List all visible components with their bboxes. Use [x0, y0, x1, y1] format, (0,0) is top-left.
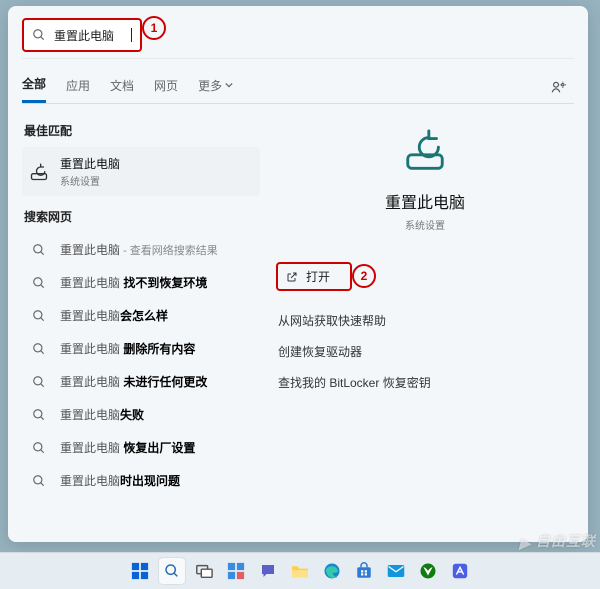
search-panel: 1 全部 应用 文档 网页 更多 最佳匹配 重置此电脑 系统设置	[8, 6, 588, 542]
best-match-subtitle: 系统设置	[60, 173, 120, 188]
search-icon	[28, 408, 50, 422]
web-result[interactable]: 重置此电脑时出现问题	[22, 464, 260, 497]
open-label: 打开	[306, 268, 330, 285]
taskbar-edge[interactable]	[319, 558, 345, 584]
reset-pc-large-icon	[402, 128, 448, 179]
taskbar-store[interactable]	[351, 558, 377, 584]
divider	[22, 103, 574, 104]
search-input[interactable]	[52, 27, 133, 43]
chevron-down-icon	[225, 81, 233, 89]
section-best-match: 最佳匹配	[24, 122, 260, 139]
content-area: 最佳匹配 重置此电脑 系统设置 搜索网页 重置此电脑 - 查看网络搜索结果	[22, 118, 574, 497]
taskbar-chat[interactable]	[255, 558, 281, 584]
action-create-recovery-drive[interactable]: 创建恢复驱动器	[276, 336, 574, 367]
open-button[interactable]: 打开 2	[276, 262, 352, 291]
taskbar-taskview[interactable]	[191, 558, 217, 584]
taskbar-app[interactable]	[447, 558, 473, 584]
taskbar-xbox[interactable]	[415, 558, 441, 584]
search-icon	[28, 276, 50, 290]
open-external-icon	[286, 271, 298, 283]
reset-pc-icon	[28, 162, 50, 182]
taskbar-mail[interactable]	[383, 558, 409, 584]
sign-in-icon[interactable]	[550, 78, 574, 101]
tab-web[interactable]: 网页	[154, 77, 178, 102]
web-result[interactable]: 重置此电脑 找不到恢复环境	[22, 266, 260, 299]
search-icon	[28, 441, 50, 455]
best-match-title: 重置此电脑	[60, 155, 120, 172]
search-icon	[32, 28, 46, 42]
web-result[interactable]: 重置此电脑 恢复出厂设置	[22, 431, 260, 464]
detail-actions: 打开 2 从网站获取快速帮助 创建恢复驱动器 查找我的 BitLocker 恢复…	[276, 262, 574, 398]
taskbar-explorer[interactable]	[287, 558, 313, 584]
web-result[interactable]: 重置此电脑失败	[22, 398, 260, 431]
web-result[interactable]: 重置此电脑 删除所有内容	[22, 332, 260, 365]
search-icon	[28, 243, 50, 257]
detail-pane: 重置此电脑 系统设置 打开 2 从网站获取快速帮助 创建恢复驱动器 查找我的 B…	[276, 118, 574, 497]
section-web: 搜索网页	[24, 208, 260, 225]
watermark: ▶ 自由互联	[519, 531, 596, 551]
search-icon	[28, 309, 50, 323]
tab-all[interactable]: 全部	[22, 75, 46, 103]
web-result[interactable]: 重置此电脑 未进行任何更改	[22, 365, 260, 398]
taskbar	[0, 552, 600, 589]
tab-apps[interactable]: 应用	[66, 77, 90, 102]
tab-more[interactable]: 更多	[198, 77, 233, 102]
search-icon	[28, 342, 50, 356]
filter-tabs: 全部 应用 文档 网页 更多	[22, 75, 574, 103]
tab-documents[interactable]: 文档	[110, 77, 134, 102]
search-row: 1	[22, 18, 574, 59]
action-quick-help[interactable]: 从网站获取快速帮助	[276, 305, 574, 336]
annotation-badge-2: 2	[352, 264, 376, 288]
annotation-badge-1: 1	[142, 16, 166, 40]
tab-more-label: 更多	[198, 77, 222, 94]
action-find-bitlocker-key[interactable]: 查找我的 BitLocker 恢复密钥	[276, 367, 574, 398]
taskbar-widgets[interactable]	[223, 558, 249, 584]
search-icon	[28, 375, 50, 389]
results-column: 最佳匹配 重置此电脑 系统设置 搜索网页 重置此电脑 - 查看网络搜索结果	[22, 118, 260, 497]
detail-subtitle: 系统设置	[405, 217, 445, 232]
web-results-list: 重置此电脑 - 查看网络搜索结果 重置此电脑 找不到恢复环境 重置此电脑会怎么样…	[22, 233, 260, 497]
search-icon	[28, 474, 50, 488]
taskbar-start[interactable]	[127, 558, 153, 584]
text-caret	[131, 28, 132, 42]
best-match-result[interactable]: 重置此电脑 系统设置	[22, 147, 260, 196]
detail-title: 重置此电脑	[385, 189, 465, 213]
web-result[interactable]: 重置此电脑 - 查看网络搜索结果	[22, 233, 260, 266]
taskbar-search[interactable]	[159, 558, 185, 584]
web-result[interactable]: 重置此电脑会怎么样	[22, 299, 260, 332]
search-box[interactable]: 1	[22, 18, 142, 52]
